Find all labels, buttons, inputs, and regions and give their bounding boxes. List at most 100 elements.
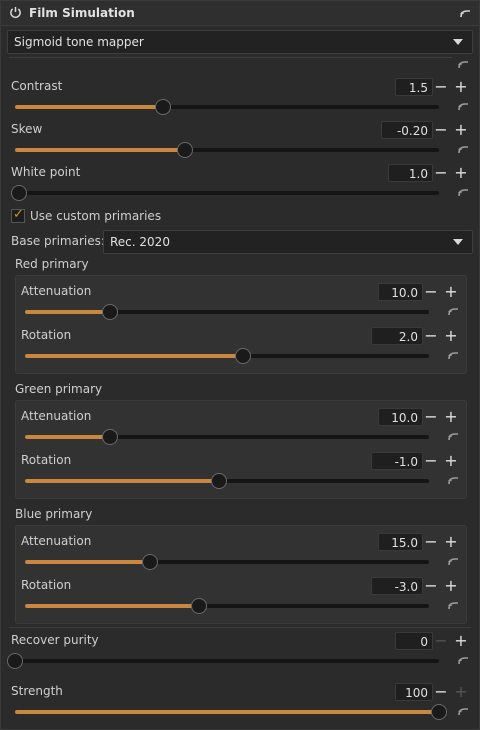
module-title: Film Simulation — [29, 6, 135, 20]
slider-fill — [15, 710, 439, 714]
slider-knob[interactable] — [177, 142, 193, 158]
power-icon[interactable] — [9, 6, 22, 19]
blue-rotation-plus-button[interactable]: + — [444, 577, 458, 595]
slider-fill — [25, 435, 110, 439]
skew-label: Skew — [11, 122, 43, 136]
skew-value[interactable]: -0.20 — [381, 121, 433, 139]
slider-fill — [15, 148, 185, 152]
red-rotation-plus-button[interactable]: + — [444, 327, 458, 345]
blue-attenuation-slider[interactable] — [25, 554, 429, 570]
strength-label: Strength — [11, 684, 63, 698]
divider — [9, 57, 452, 58]
green-primary-title: Green primary — [15, 382, 103, 396]
green-attenuation-slider[interactable] — [25, 429, 429, 445]
blue-attenuation-minus-button[interactable]: − — [424, 533, 438, 551]
green-rotation-value[interactable]: -1.0 — [371, 452, 423, 470]
custom-primaries-label: Use custom primaries — [30, 209, 162, 223]
blue-attenuation-value[interactable]: 15.0 — [378, 533, 423, 551]
slider-knob[interactable] — [155, 99, 171, 115]
slider-knob[interactable] — [431, 704, 447, 720]
reset-icon[interactable] — [457, 101, 470, 112]
red-attenuation-plus-button[interactable]: + — [444, 283, 458, 301]
skew-minus-button[interactable]: − — [434, 121, 448, 139]
module-header[interactable]: Film Simulation — [1, 1, 479, 26]
reset-icon[interactable] — [457, 187, 470, 198]
tone-mapper-select[interactable]: Sigmoid tone mapper — [7, 30, 473, 54]
base-primaries-select[interactable]: Rec. 2020 — [103, 230, 473, 254]
strength-minus-button[interactable]: − — [434, 683, 448, 701]
contrast-plus-button[interactable]: + — [454, 78, 468, 96]
slider-knob[interactable] — [102, 304, 118, 320]
contrast-label: Contrast — [11, 79, 63, 93]
red-rotation-label: Rotation — [21, 328, 72, 342]
strength-slider[interactable] — [15, 704, 447, 720]
white-point-value[interactable]: 1.0 — [388, 164, 433, 182]
reset-icon[interactable] — [459, 8, 472, 19]
red-primary-title: Red primary — [15, 257, 89, 271]
green-attenuation-value[interactable]: 10.0 — [378, 408, 423, 426]
recover-purity-plus-button[interactable]: + — [454, 632, 468, 650]
slider-fill — [15, 105, 163, 109]
red-attenuation-minus-button[interactable]: − — [424, 283, 438, 301]
recover-purity-value[interactable]: 0 — [395, 632, 433, 650]
strength-value[interactable]: 100 — [395, 683, 433, 701]
green-attenuation-plus-button[interactable]: + — [444, 408, 458, 426]
red-attenuation-slider[interactable] — [25, 304, 429, 320]
divider — [9, 627, 471, 628]
green-attenuation-label: Attenuation — [21, 409, 92, 423]
white-point-plus-button[interactable]: + — [454, 164, 468, 182]
blue-rotation-slider[interactable] — [25, 598, 429, 614]
red-rotation-minus-button[interactable]: − — [424, 327, 438, 345]
reset-icon[interactable] — [447, 475, 460, 486]
reset-icon[interactable] — [457, 144, 470, 155]
contrast-minus-button[interactable]: − — [434, 78, 448, 96]
recover-purity-minus-button[interactable]: − — [434, 632, 448, 650]
green-rotation-plus-button[interactable]: + — [444, 452, 458, 470]
white-point-minus-button[interactable]: − — [434, 164, 448, 182]
skew-plus-button[interactable]: + — [454, 121, 468, 139]
slider-knob[interactable] — [211, 473, 227, 489]
slider-knob[interactable] — [191, 598, 207, 614]
chevron-down-icon — [453, 239, 463, 245]
reset-icon[interactable] — [447, 600, 460, 611]
slider-fill — [25, 560, 150, 564]
slider-knob[interactable] — [142, 554, 158, 570]
red-attenuation-value[interactable]: 10.0 — [378, 283, 423, 301]
reset-icon[interactable] — [447, 350, 460, 361]
slider-knob[interactable] — [235, 348, 251, 364]
white-point-label: White point — [11, 165, 81, 179]
skew-slider[interactable] — [15, 142, 439, 158]
reset-icon[interactable] — [457, 655, 470, 666]
slider-knob[interactable] — [102, 429, 118, 445]
reset-icon[interactable] — [447, 431, 460, 442]
red-rotation-slider[interactable] — [25, 348, 429, 364]
reset-icon[interactable] — [457, 59, 470, 70]
custom-primaries-checkbox[interactable]: ✓ — [11, 207, 25, 223]
reset-icon[interactable] — [457, 706, 470, 717]
green-attenuation-minus-button[interactable]: − — [424, 408, 438, 426]
green-rotation-slider[interactable] — [25, 473, 429, 489]
red-rotation-value[interactable]: 2.0 — [371, 327, 423, 345]
blue-primary-title: Blue primary — [15, 507, 93, 521]
green-rotation-minus-button[interactable]: − — [424, 452, 438, 470]
blue-rotation-minus-button[interactable]: − — [424, 577, 438, 595]
contrast-value[interactable]: 1.5 — [395, 78, 433, 96]
strength-plus-button[interactable]: + — [454, 683, 468, 701]
green-rotation-label: Rotation — [21, 453, 72, 467]
blue-rotation-value[interactable]: -3.0 — [371, 577, 423, 595]
white-point-slider[interactable] — [11, 185, 439, 201]
tone-mapper-value: Sigmoid tone mapper — [14, 35, 144, 49]
contrast-slider[interactable] — [15, 99, 439, 115]
recover-purity-slider[interactable] — [7, 653, 439, 669]
base-primaries-value: Rec. 2020 — [110, 235, 170, 249]
blue-rotation-label: Rotation — [21, 578, 72, 592]
slider-knob[interactable] — [11, 185, 27, 201]
reset-icon[interactable] — [447, 306, 460, 317]
slider-fill — [25, 604, 199, 608]
slider-knob[interactable] — [7, 653, 23, 669]
blue-attenuation-plus-button[interactable]: + — [444, 533, 458, 551]
slider-fill — [25, 354, 243, 358]
red-attenuation-label: Attenuation — [21, 284, 92, 298]
base-primaries-label: Base primaries: — [11, 234, 105, 248]
reset-icon[interactable] — [447, 556, 460, 567]
